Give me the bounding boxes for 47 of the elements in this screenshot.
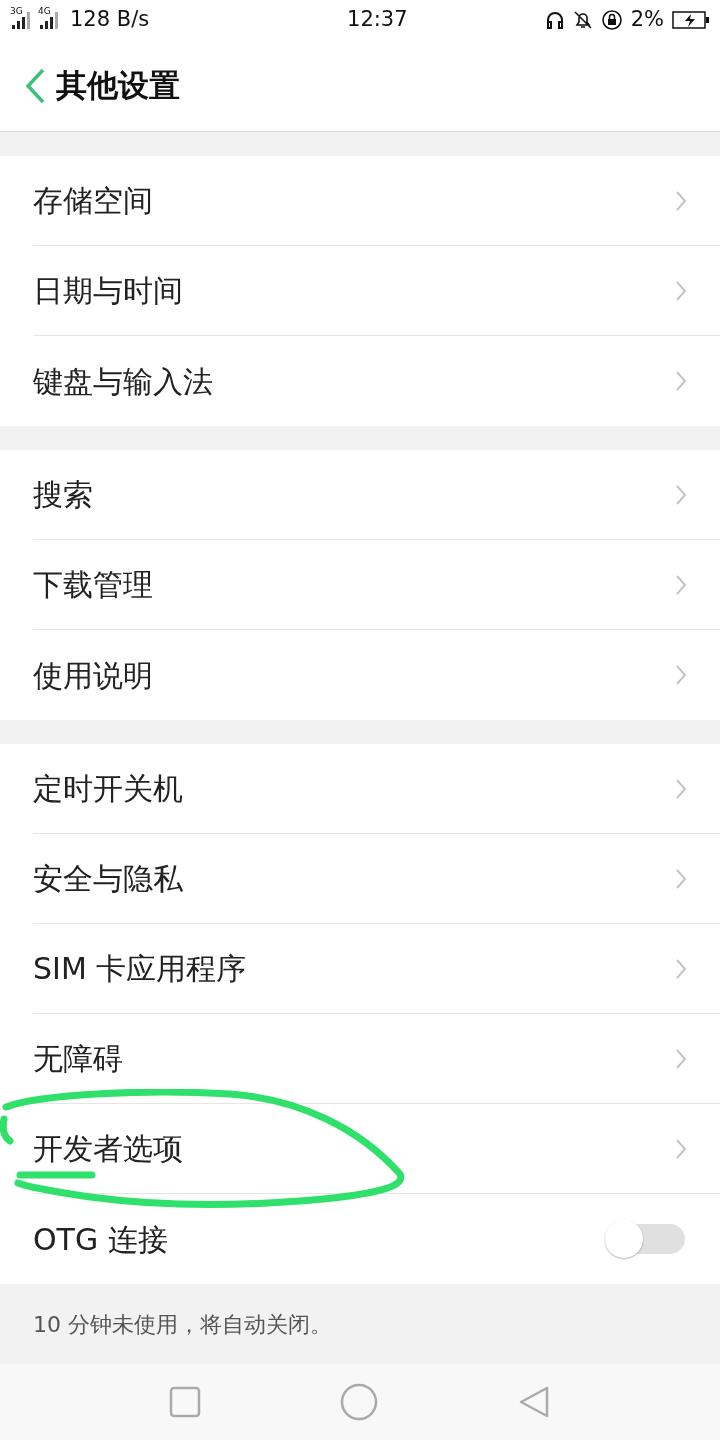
row-label: 下载管理 [33,566,154,604]
row-label: 定时开关机 [33,770,184,808]
settings-row[interactable]: 开发者选项 [33,1104,720,1194]
chevron-icon [675,664,687,686]
battery-percent: 2% [630,6,664,34]
chevron-icon [675,573,687,596]
row-label: SIM 卡应用程序 [33,950,248,988]
page-title: 其他设置 [56,66,180,106]
row-label: 存储空间 [33,182,154,220]
chevron-icon [675,370,687,392]
settings-row[interactable]: 安全与隐私 [33,834,720,924]
chevron-icon [675,189,687,212]
row-label: 日期与时间 [33,272,184,310]
settings-row[interactable]: 搜索 [33,450,720,540]
settings-row[interactable]: 存储空间 [33,156,720,246]
chevron-icon [675,957,687,980]
settings-row[interactable]: 无障碍 [33,1014,720,1104]
settings-row[interactable]: 下载管理 [33,540,720,630]
chevron-icon [675,1047,687,1070]
footer-note: 10 分钟未使用，将自动关闭。 [33,1310,332,1339]
settings-row[interactable]: OTG 连接 [33,1194,720,1284]
recents-icon[interactable] [169,1386,202,1418]
network-speed: 128 B/s [70,6,150,34]
row-label: 搜索 [33,476,94,514]
settings-row[interactable]: 日期与时间 [33,246,720,336]
rotation-lock-icon [600,9,623,31]
row-label: 使用说明 [33,656,154,695]
settings-row[interactable]: 定时开关机 [33,744,720,834]
chevron-icon [675,1137,687,1160]
chevron-icon [675,279,687,302]
clock: 12:37 [346,6,409,34]
headphones-icon [544,10,565,30]
row-label: 键盘与输入法 [33,362,214,401]
chevron-icon [675,777,687,800]
bell-off-icon [572,10,593,30]
row-label: 无障碍 [33,1040,124,1078]
settings-row[interactable]: 使用说明 [33,630,720,720]
settings-row[interactable]: SIM 卡应用程序 [33,924,720,1014]
toggle-switch[interactable] [603,1218,687,1260]
home-icon[interactable] [340,1383,378,1421]
row-label: 开发者选项 [33,1130,184,1168]
chevron-icon [675,483,687,506]
settings-row[interactable]: 键盘与输入法 [33,336,720,426]
row-label: 安全与隐私 [33,860,184,898]
chevron-icon [675,867,687,890]
row-label: OTG 连接 [33,1220,169,1259]
battery-charging-icon [672,10,710,30]
